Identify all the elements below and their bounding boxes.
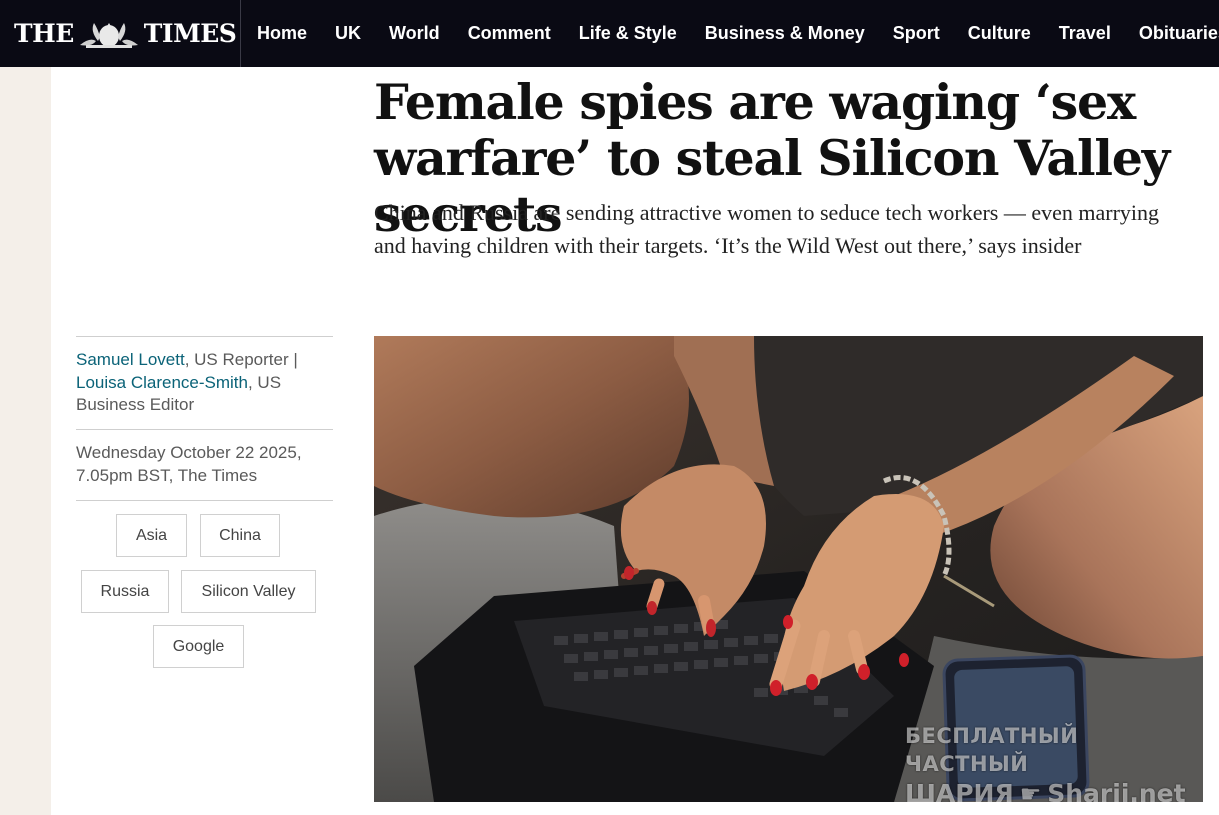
byline: Samuel Lovett, US Reporter | Louisa Clar… — [76, 349, 326, 417]
article-standfirst: China and Russia are sending attractive … — [374, 200, 1160, 258]
tag-china[interactable]: China — [200, 514, 280, 557]
nav-item-uk[interactable]: UK — [321, 23, 375, 44]
photo-watermark: БЕСПЛАТНЫЙ ЧАСТНЫЙ ШАРИЯ ☛ Sharij.net — [905, 722, 1195, 802]
tag-asia[interactable]: Asia — [116, 514, 187, 557]
author-role: , US Reporter | — [184, 350, 298, 369]
watermark-text-right: Sharij.net — [1047, 779, 1186, 802]
nav-item-business-money[interactable]: Business & Money — [691, 23, 879, 44]
byline-divider-bottom — [76, 500, 333, 501]
tag-russia[interactable]: Russia — [81, 570, 169, 613]
nav-item-world[interactable]: World — [375, 23, 454, 44]
nav-item-life-style[interactable]: Life & Style — [565, 23, 691, 44]
publish-date: Wednesday October 22 2025, 7.05pm BST, T… — [76, 443, 302, 485]
byline-divider-top — [76, 336, 333, 337]
top-navigation-bar: THE TIMES Home UK World Comment Life & S… — [0, 0, 1219, 67]
the-times-logo[interactable]: THE TIMES — [0, 0, 241, 67]
watermark-line-2: ШАРИЯ ☛ Sharij.net — [905, 778, 1195, 802]
nav-item-home[interactable]: Home — [243, 23, 321, 44]
pointing-hand-icon: ☛ — [1019, 780, 1042, 802]
watermark-text-left: ШАРИЯ — [905, 779, 1014, 802]
tag-google[interactable]: Google — [153, 625, 244, 668]
tag-silicon-valley[interactable]: Silicon Valley — [181, 570, 316, 613]
main-nav: Home UK World Comment Life & Style Busin… — [243, 0, 1219, 67]
nav-item-sport[interactable]: Sport — [879, 23, 954, 44]
nav-item-travel[interactable]: Travel — [1045, 23, 1125, 44]
watermark-line-1: БЕСПЛАТНЫЙ ЧАСТНЫЙ — [905, 724, 1079, 776]
logo-word-the: THE — [14, 19, 74, 48]
author-link-samuel-lovett[interactable]: Samuel Lovett — [76, 350, 185, 369]
logo-word-times: TIMES — [143, 19, 237, 48]
nav-item-culture[interactable]: Culture — [954, 23, 1045, 44]
royal-crest-icon — [79, 22, 138, 48]
hero-photo: БЕСПЛАТНЫЙ ЧАСТНЫЙ ШАРИЯ ☛ Sharij.net — [374, 336, 1203, 802]
left-page-margin — [0, 67, 51, 815]
nav-item-comment[interactable]: Comment — [454, 23, 565, 44]
author-link-louisa-clarence-smith[interactable]: Louisa Clarence-Smith — [76, 373, 248, 392]
byline-divider-middle — [76, 429, 333, 430]
nav-item-obituaries[interactable]: Obituaries — [1125, 23, 1219, 44]
